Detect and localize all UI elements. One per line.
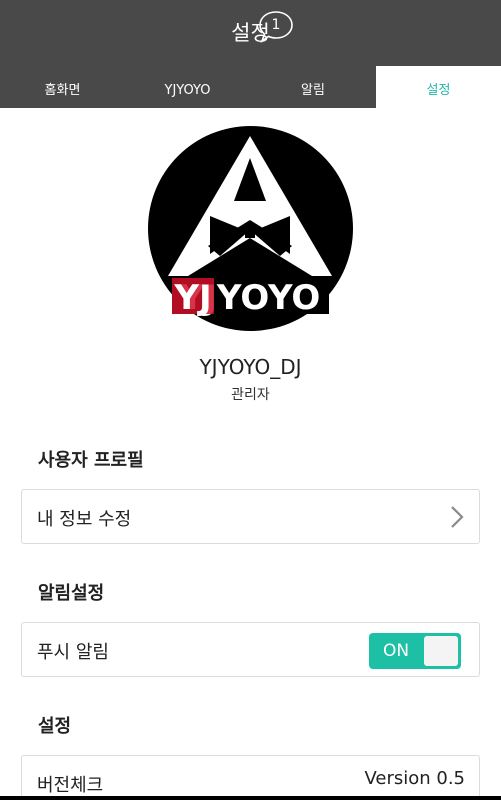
bottom-edge <box>0 796 501 800</box>
svg-text:YJ: YJ <box>173 278 211 318</box>
push-notification-label: 푸시 알림 <box>37 642 109 663</box>
version-value: Version 0.5 <box>364 768 465 789</box>
tab-bar: 홈화면 YJYOYO 알림 설정 <box>0 66 501 108</box>
push-notification-row: 푸시 알림 ON <box>21 622 480 677</box>
page-title: 설정 <box>231 21 270 45</box>
profile-username: YJYOYO_DJ <box>199 355 302 379</box>
edit-my-info-row[interactable]: 내 정보 수정 <box>21 489 480 544</box>
yjyoyo-logo-icon: YJYOYO YJ <box>148 126 353 331</box>
tab-settings[interactable]: 설정 <box>376 66 501 108</box>
profile-role: 관리자 <box>231 387 270 403</box>
section-title-notification-settings: 알림설정 <box>38 583 105 604</box>
version-check-row[interactable]: 버전체크 Version 0.5 <box>21 755 480 800</box>
toggle-state-label: ON <box>383 641 410 661</box>
profile-avatar[interactable]: YJYOYO YJ <box>148 126 353 331</box>
section-title-user-profile: 사용자 프로필 <box>38 450 144 471</box>
version-check-label: 버전체크 <box>37 775 104 796</box>
tab-notifications[interactable]: 알림 <box>250 66 376 108</box>
push-notification-toggle[interactable]: ON <box>369 633 461 669</box>
notification-bubble[interactable]: 1 <box>258 10 294 44</box>
toggle-knob <box>424 636 458 666</box>
app-header: 설정 1 <box>0 0 501 66</box>
edit-my-info-label: 내 정보 수정 <box>37 509 132 530</box>
chevron-right-icon <box>451 506 464 528</box>
tab-yjyoyo[interactable]: YJYOYO <box>125 66 250 108</box>
section-title-settings: 설정 <box>38 716 72 737</box>
tab-home[interactable]: 홈화면 <box>0 66 125 108</box>
notification-count: 1 <box>271 17 281 33</box>
